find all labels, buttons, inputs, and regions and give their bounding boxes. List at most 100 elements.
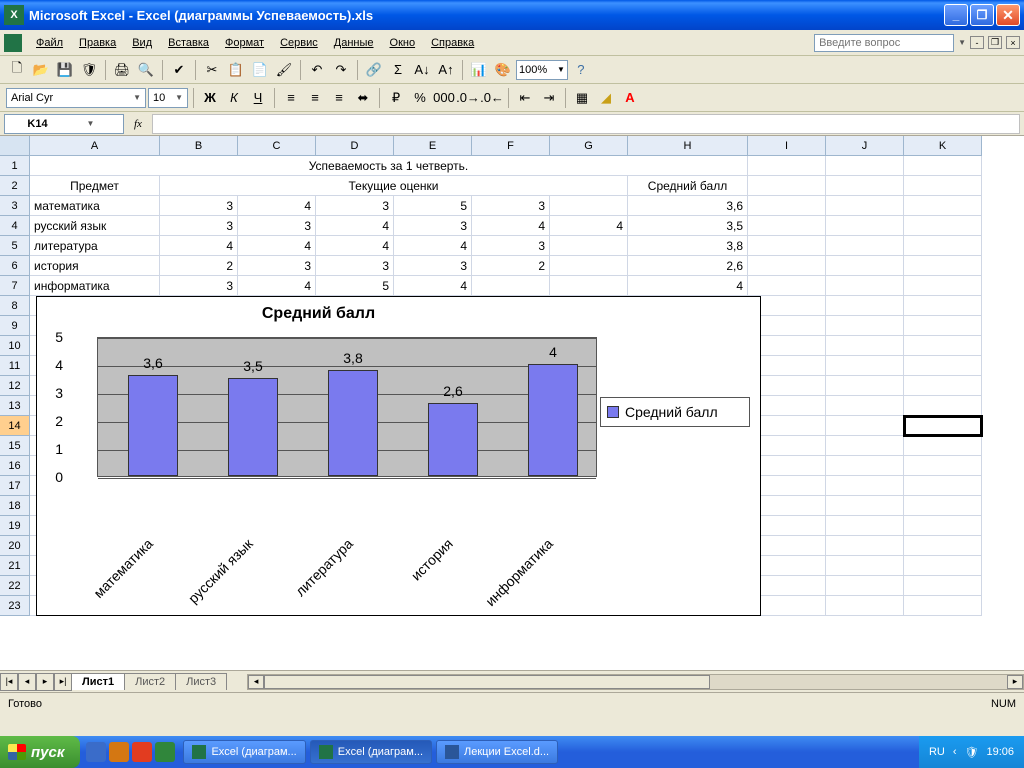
format-painter-icon[interactable]: 🖌 [273,59,295,81]
cell[interactable] [904,336,982,356]
row-header[interactable]: 22 [0,576,30,596]
cell[interactable] [904,356,982,376]
merge-center-icon[interactable]: ⬌ [352,87,374,109]
tab-nav-first[interactable]: |◂ [0,673,18,691]
menu-window[interactable]: Окно [382,34,424,52]
cell[interactable]: Средний балл [628,176,748,196]
tray-chevron-icon[interactable]: ‹ [953,746,957,758]
copy-icon[interactable]: 📋 [225,59,247,81]
cell[interactable]: 4 [628,276,748,296]
cell[interactable] [550,276,628,296]
maximize-button[interactable]: ❐ [970,4,994,26]
decrease-indent-icon[interactable]: ⇤ [514,87,536,109]
cell[interactable]: литература [30,236,160,256]
cell[interactable]: 4 [316,216,394,236]
cell[interactable]: Текущие оценки [160,176,628,196]
minimize-button[interactable]: _ [944,4,968,26]
cell[interactable] [826,576,904,596]
menu-format[interactable]: Формат [217,34,272,52]
doc-minimize-button[interactable]: - [970,36,984,49]
preview-icon[interactable]: 🔍 [135,59,157,81]
col-header[interactable]: H [628,136,748,156]
cell[interactable] [826,336,904,356]
cell[interactable] [904,236,982,256]
cell[interactable] [826,276,904,296]
cell[interactable]: 4 [394,276,472,296]
cell[interactable]: 5 [316,276,394,296]
cell[interactable] [904,196,982,216]
row-header[interactable]: 6 [0,256,30,276]
cell[interactable]: русский язык [30,216,160,236]
cell[interactable]: математика [30,196,160,216]
menu-service[interactable]: Сервис [272,34,326,52]
cell[interactable] [826,496,904,516]
cell[interactable] [904,496,982,516]
scroll-left-button[interactable]: ◂ [248,675,264,689]
row-header[interactable]: 3 [0,196,30,216]
sheet-tab-active[interactable]: Лист1 [71,673,125,690]
row-header[interactable]: 4 [0,216,30,236]
spreadsheet[interactable]: ABCDEFGHIJK1Успеваемость за 1 четверть.2… [0,136,1024,670]
cell[interactable]: 3 [394,216,472,236]
doc-close-button[interactable]: × [1006,36,1020,49]
help-question-input[interactable] [814,34,954,52]
ql-icon[interactable] [109,742,129,762]
cell[interactable]: 5 [394,196,472,216]
cell[interactable] [826,516,904,536]
decrease-decimal-icon[interactable]: .0← [481,87,503,109]
cell[interactable]: 4 [550,216,628,236]
cell[interactable]: 4 [472,216,550,236]
increase-indent-icon[interactable]: ⇥ [538,87,560,109]
cell[interactable]: 3 [238,256,316,276]
tab-nav-last[interactable]: ▸| [54,673,72,691]
row-header[interactable]: 5 [0,236,30,256]
cell[interactable] [826,456,904,476]
cell[interactable] [550,236,628,256]
cell[interactable]: 3,5 [628,216,748,236]
chart-icon[interactable]: 📊 [468,59,490,81]
start-button[interactable]: пуск [0,736,80,768]
cell[interactable] [826,256,904,276]
formula-input[interactable] [152,114,1020,134]
row-header[interactable]: 7 [0,276,30,296]
spellcheck-icon[interactable]: ✔ [168,59,190,81]
menu-edit[interactable]: Правка [71,34,124,52]
menu-file[interactable]: Файл [28,34,71,52]
cell[interactable] [826,176,904,196]
language-indicator[interactable]: RU [929,746,945,758]
cell[interactable] [826,536,904,556]
row-header[interactable]: 23 [0,596,30,616]
row-header[interactable]: 10 [0,336,30,356]
cell[interactable] [826,436,904,456]
col-header[interactable]: G [550,136,628,156]
row-header[interactable]: 20 [0,536,30,556]
font-color-icon[interactable]: A [619,87,641,109]
col-header[interactable]: I [748,136,826,156]
row-header[interactable]: 19 [0,516,30,536]
cell[interactable] [904,396,982,416]
sort-desc-icon[interactable]: A↑ [435,59,457,81]
bold-button[interactable]: Ж [199,87,221,109]
cell[interactable] [904,276,982,296]
row-header[interactable]: 15 [0,436,30,456]
row-header[interactable]: 2 [0,176,30,196]
cell[interactable] [826,416,904,436]
cell[interactable]: 3 [160,276,238,296]
cell[interactable]: 3 [472,236,550,256]
cell[interactable] [748,156,826,176]
font-size-combo[interactable]: 10▼ [148,88,188,108]
paste-icon[interactable]: 📄 [249,59,271,81]
italic-button[interactable]: К [223,87,245,109]
cell[interactable] [826,556,904,576]
fx-icon[interactable]: fx [128,118,148,130]
cell[interactable] [826,296,904,316]
row-header[interactable]: 21 [0,556,30,576]
cell[interactable] [748,276,826,296]
permission-icon[interactable]: 🛡 [78,59,100,81]
align-center-icon[interactable]: ≡ [304,87,326,109]
col-header[interactable]: F [472,136,550,156]
row-header[interactable]: 12 [0,376,30,396]
name-box[interactable]: K14▼ [4,114,124,134]
cell[interactable]: 4 [238,236,316,256]
cell[interactable]: 3 [316,256,394,276]
